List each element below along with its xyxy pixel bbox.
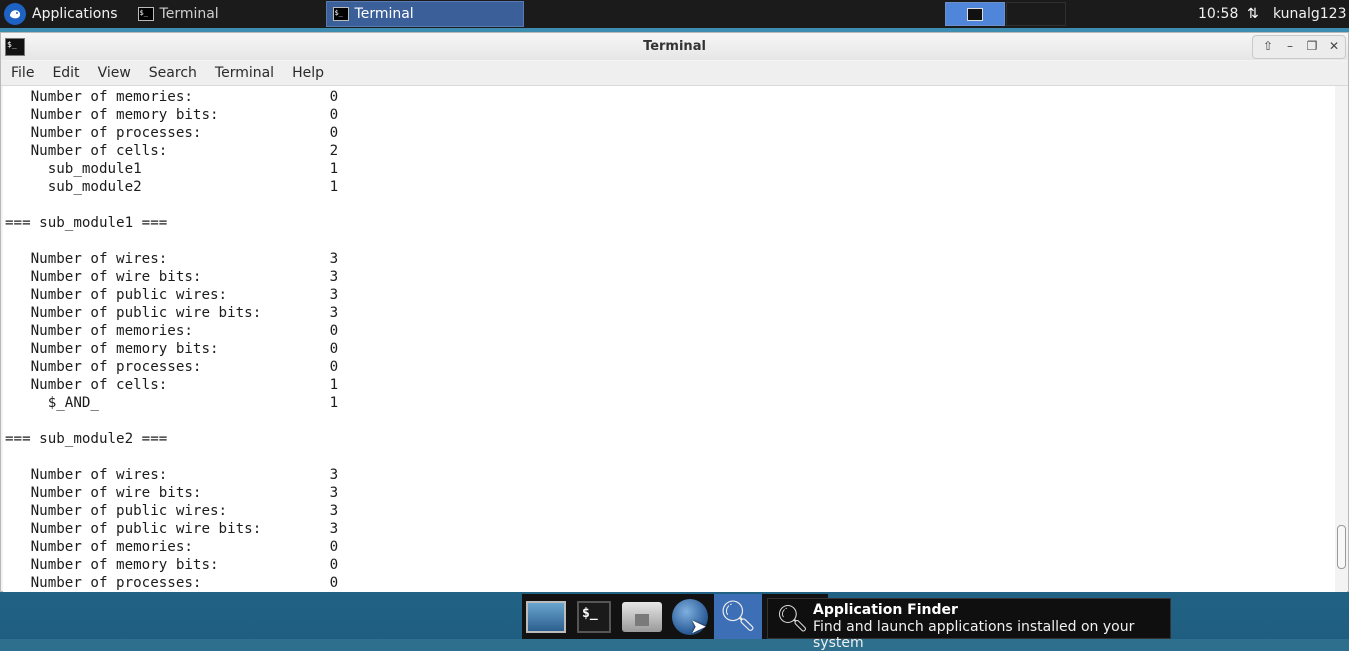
terminal-line: Number of memory bits: 0 bbox=[5, 341, 339, 357]
terminal-line: Number of public wires: 3 bbox=[5, 287, 339, 303]
terminal-text: Number of memories: 0 Number of memory b… bbox=[3, 86, 1335, 592]
network-icon[interactable]: ⇅ bbox=[1247, 6, 1265, 22]
terminal-icon: $_ bbox=[577, 600, 611, 633]
menu-view[interactable]: View bbox=[89, 61, 140, 85]
workspace-1[interactable] bbox=[945, 2, 1005, 26]
workspace-2[interactable] bbox=[1006, 2, 1066, 26]
terminal-line: Number of wire bits: 3 bbox=[5, 269, 339, 285]
maximize-icon[interactable]: ❐ bbox=[1302, 37, 1322, 55]
menu-help[interactable]: Help bbox=[283, 61, 333, 85]
terminal-window: $_ Terminal ⇧ – ❐ ✕ File Edit View Searc… bbox=[0, 32, 1349, 592]
app-finder-tooltip: 🔍︎ Application Finder Find and launch ap… bbox=[767, 598, 1171, 651]
applications-menu[interactable]: Applications bbox=[0, 0, 126, 28]
shade-up-icon[interactable]: ⇧ bbox=[1258, 37, 1278, 55]
menu-search[interactable]: Search bbox=[140, 61, 206, 85]
terminal-line: Number of cells: 2 bbox=[5, 143, 339, 159]
title-bar[interactable]: $_ Terminal ⇧ – ❐ ✕ bbox=[1, 33, 1348, 60]
file-manager-launcher[interactable] bbox=[618, 594, 666, 639]
taskbar-terminal-2[interactable]: $_ Terminal bbox=[325, 1, 524, 27]
terminal-line: Number of public wire bits: 3 bbox=[5, 521, 339, 537]
window-controls: ⇧ – ❐ ✕ bbox=[1258, 37, 1344, 55]
xfce-logo-icon bbox=[4, 3, 26, 25]
terminal-line: Number of cells: 1 bbox=[5, 377, 339, 393]
show-desktop-icon bbox=[526, 600, 566, 633]
tooltip-subtitle: Find and launch applications installed o… bbox=[813, 619, 1135, 651]
user-menu[interactable]: kunalg123 bbox=[1273, 0, 1347, 28]
terminal-line: Number of memories: 0 bbox=[5, 323, 339, 339]
minimize-icon[interactable]: – bbox=[1280, 37, 1300, 55]
terminal-line: Number of wires: 3 bbox=[5, 467, 339, 483]
clock[interactable]: 10:58 bbox=[1198, 0, 1238, 28]
window-title: Terminal bbox=[643, 39, 706, 54]
scrollbar[interactable] bbox=[1335, 86, 1347, 592]
menu-terminal[interactable]: Terminal bbox=[206, 61, 283, 85]
terminal-icon: $_ bbox=[137, 7, 154, 21]
mouse-cursor-icon: ➤ bbox=[690, 614, 707, 638]
web-browser-launcher[interactable]: ➤ bbox=[666, 594, 714, 639]
terminal-line: Number of public wires: 3 bbox=[5, 503, 339, 519]
show-desktop-button[interactable] bbox=[522, 594, 570, 639]
app-finder-icon: 🔍︎ bbox=[718, 598, 758, 634]
terminal-line: sub_module1 1 bbox=[5, 161, 339, 177]
task-label: Terminal bbox=[159, 6, 219, 22]
search-icon: 🔍︎ bbox=[776, 604, 810, 634]
terminal-line: $_AND_ 1 bbox=[5, 395, 339, 411]
terminal-icon: $_ bbox=[332, 7, 349, 21]
tooltip-title: Application Finder bbox=[813, 602, 958, 618]
terminal-line: Number of memory bits: 0 bbox=[5, 557, 339, 573]
terminal-line: Number of public wire bits: 3 bbox=[5, 305, 339, 321]
terminal-line: Number of processes: 0 bbox=[5, 575, 339, 591]
terminal-line: === sub_module1 === bbox=[5, 215, 168, 231]
terminal-output[interactable]: Number of memories: 0 Number of memory b… bbox=[3, 86, 1335, 592]
scrollbar-thumb[interactable] bbox=[1337, 525, 1346, 569]
task-label: Terminal bbox=[354, 6, 414, 22]
applications-label: Applications bbox=[32, 6, 118, 22]
terminal-line: Number of wires: 3 bbox=[5, 251, 339, 267]
file-manager-icon bbox=[622, 601, 662, 632]
terminal-line: Number of processes: 0 bbox=[5, 359, 339, 375]
menu-bar: File Edit View Search Terminal Help bbox=[1, 61, 1348, 86]
terminal-line: sub_module2 1 bbox=[5, 179, 339, 195]
workspace-window-thumb bbox=[967, 7, 983, 21]
app-finder-launcher[interactable]: 🔍︎ bbox=[714, 594, 762, 639]
top-panel: Applications $_ Terminal $_ Terminal 10:… bbox=[0, 0, 1349, 28]
menu-edit[interactable]: Edit bbox=[43, 61, 88, 85]
taskbar-terminal-1[interactable]: $_ Terminal bbox=[132, 1, 320, 27]
terminal-line: === sub_module2 === bbox=[5, 431, 168, 447]
terminal-line: Number of processes: 0 bbox=[5, 125, 339, 141]
close-icon[interactable]: ✕ bbox=[1324, 37, 1344, 55]
terminal-line: Number of memories: 0 bbox=[5, 539, 339, 555]
terminal-line: Number of wire bits: 3 bbox=[5, 485, 339, 501]
terminal-line: Number of memory bits: 0 bbox=[5, 107, 339, 123]
terminal-line: Number of memories: 0 bbox=[5, 89, 339, 105]
terminal-launcher[interactable]: $_ bbox=[570, 594, 618, 639]
menu-file[interactable]: File bbox=[1, 61, 43, 85]
